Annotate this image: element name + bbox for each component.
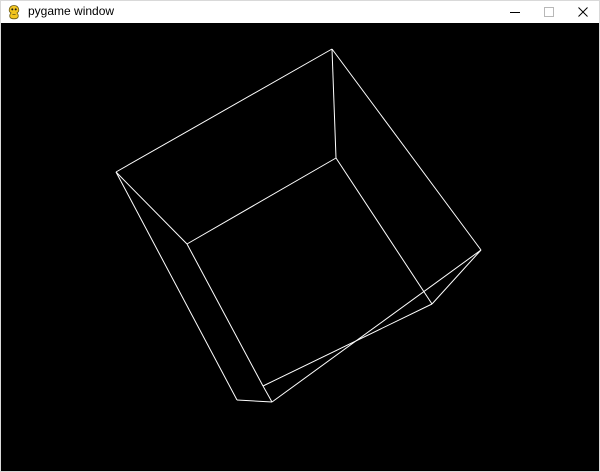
cube-edge	[115, 48, 333, 173]
pygame-window: pygame window	[0, 0, 600, 472]
window-controls	[498, 0, 600, 23]
window-title: pygame window	[28, 4, 115, 18]
cube-edge	[335, 157, 433, 305]
title-bar[interactable]: pygame window	[0, 0, 600, 23]
cube-edge	[331, 48, 482, 251]
pygame-snake-icon	[6, 4, 22, 20]
close-icon	[578, 6, 588, 17]
game-canvas[interactable]	[1, 23, 599, 471]
wireframe-cube	[115, 48, 482, 403]
minimize-icon	[510, 7, 520, 17]
cube-edge	[186, 157, 337, 245]
cube-edge	[115, 171, 238, 401]
cube-edge	[271, 249, 482, 403]
close-button[interactable]	[566, 0, 600, 23]
cube-edge	[262, 385, 273, 403]
cube-edge	[115, 171, 188, 245]
cube-edge	[331, 48, 337, 159]
maximize-button[interactable]	[532, 0, 566, 23]
cube-edge	[262, 303, 433, 387]
cube-edge	[186, 243, 264, 387]
maximize-icon	[544, 6, 554, 17]
cube-edge	[431, 249, 482, 305]
cube-edge	[236, 399, 273, 403]
minimize-button[interactable]	[498, 0, 532, 23]
